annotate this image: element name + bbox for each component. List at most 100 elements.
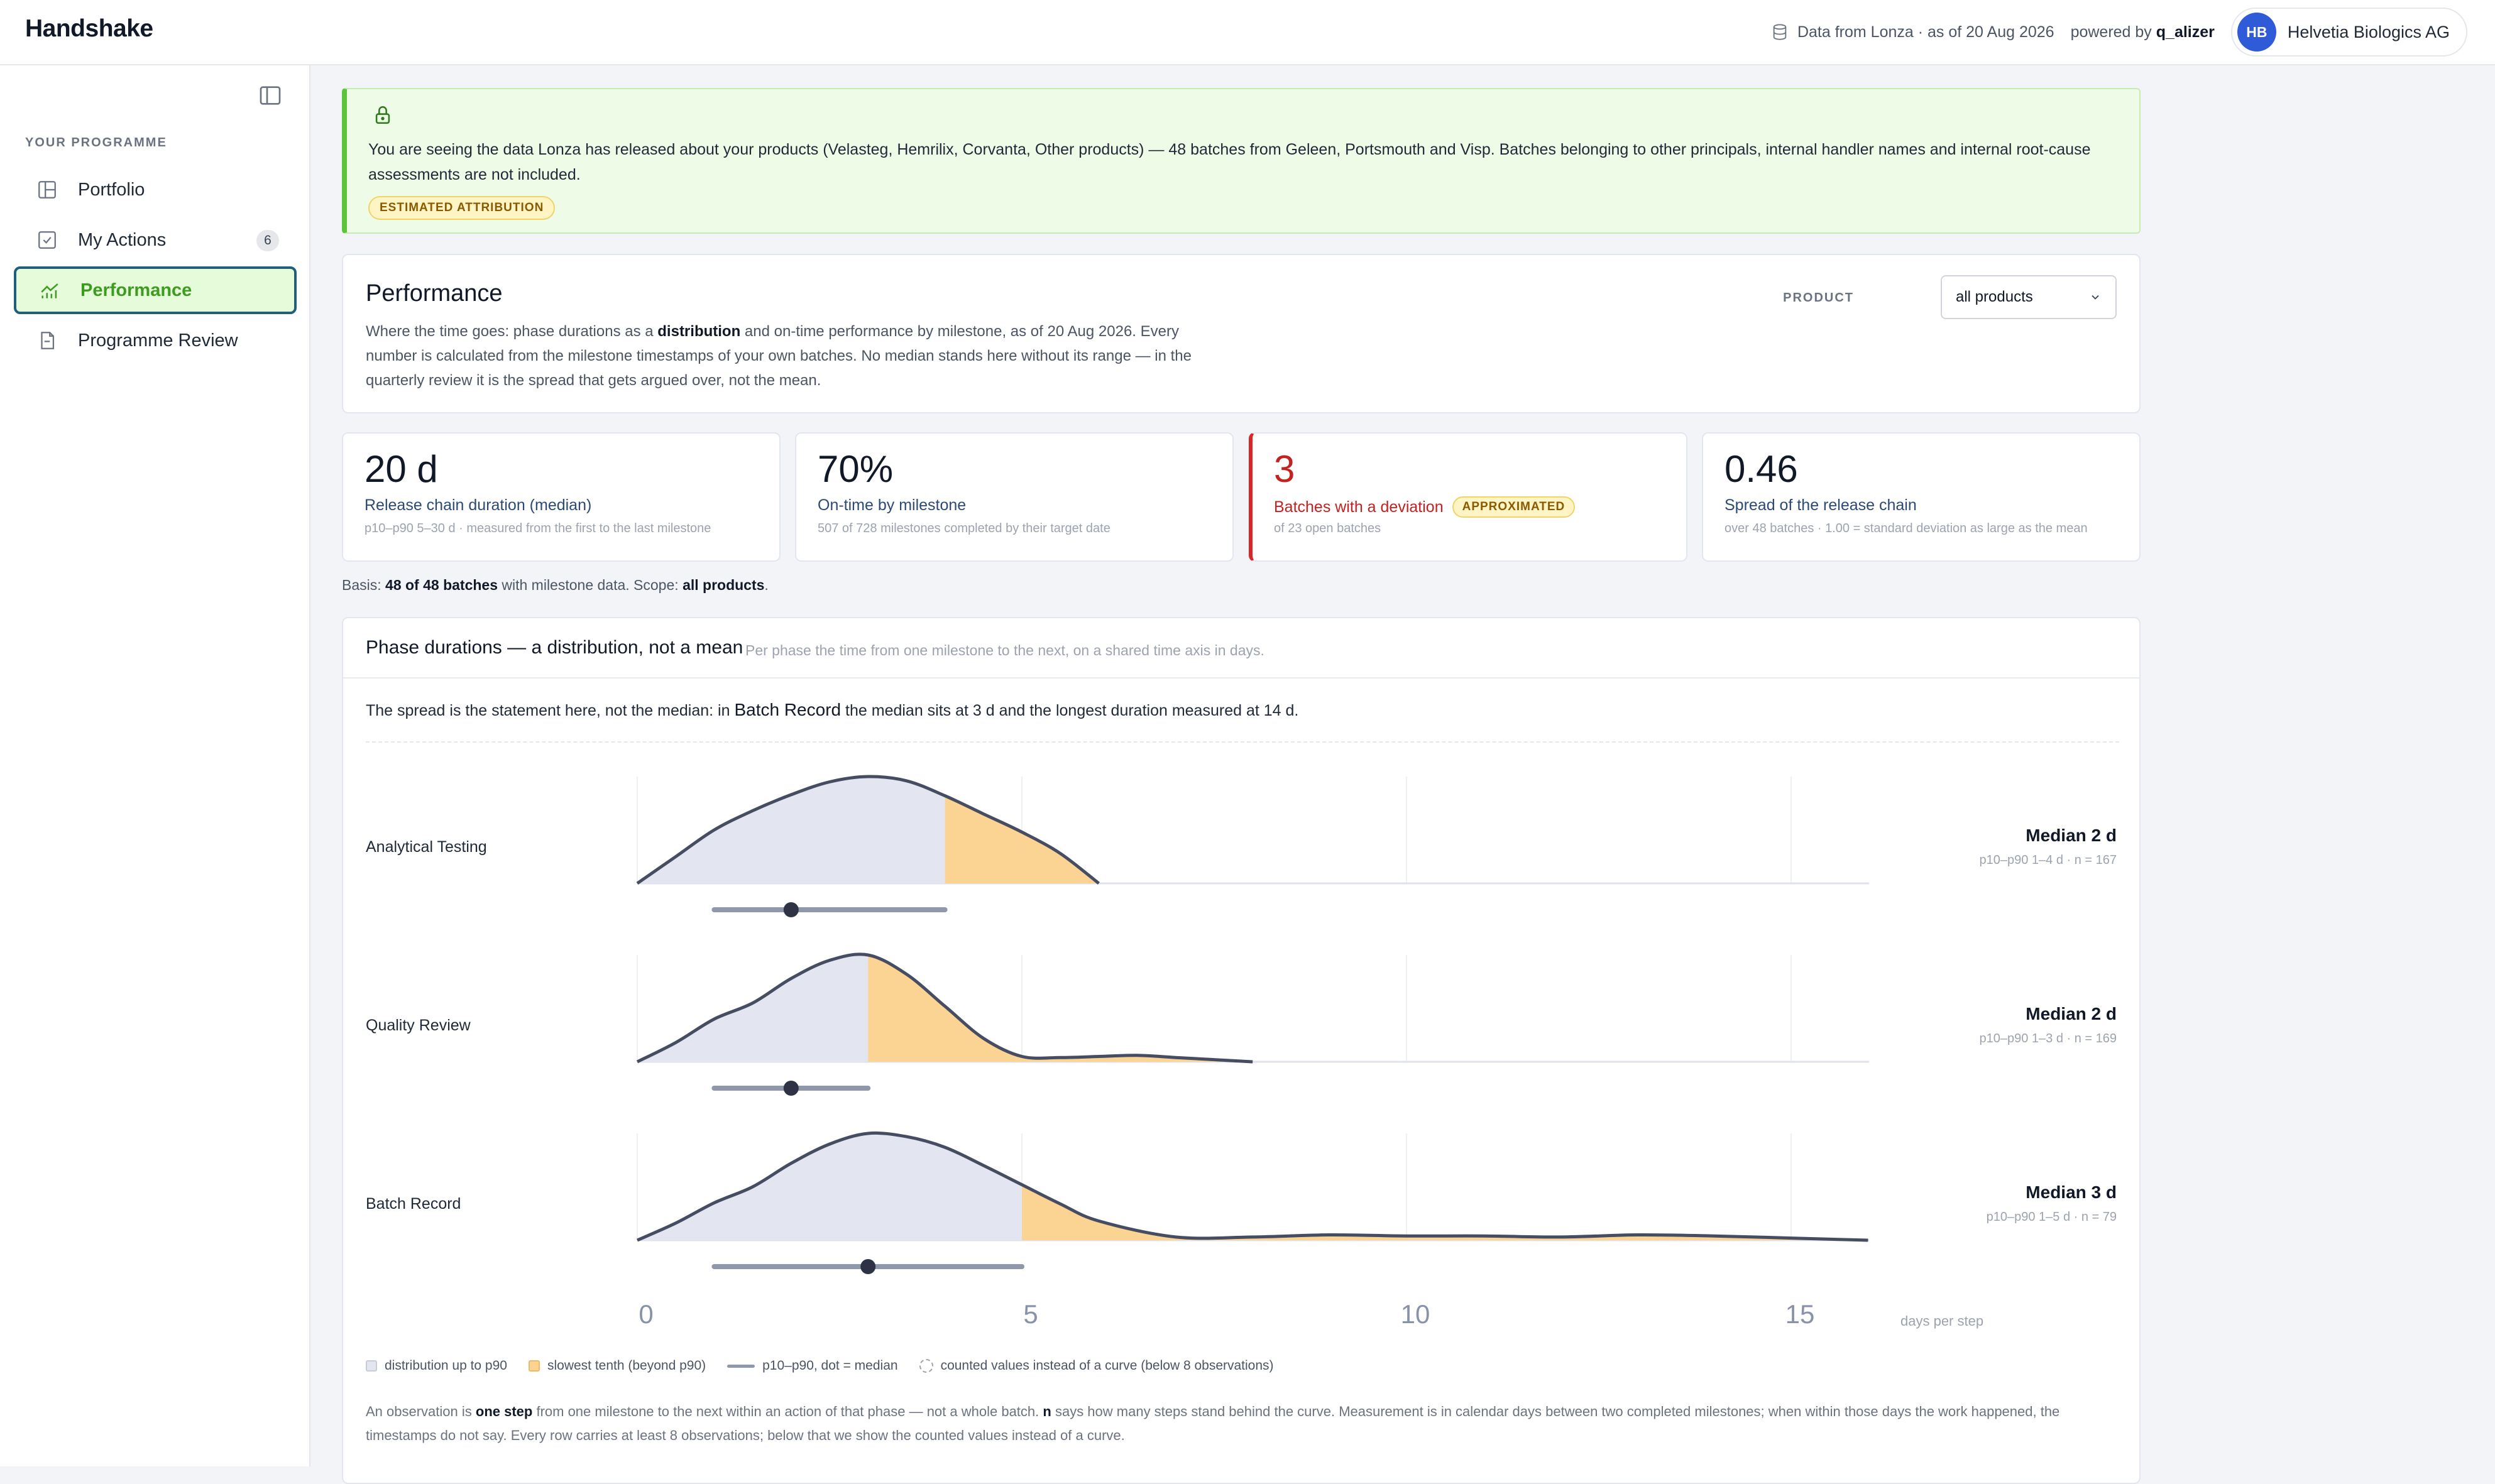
legend-label: slowest tenth (beyond p90) <box>547 1358 706 1373</box>
row-label-quality-review: Quality Review <box>366 1017 471 1034</box>
footnote-bold: n <box>1043 1404 1051 1419</box>
phase-distribution-card: Phase durations — a distribution, not a … <box>342 617 2141 1484</box>
avatar: HB <box>2237 13 2276 52</box>
legend-label: distribution up to p90 <box>385 1358 507 1373</box>
footnote-part: from one milestone to the next within an… <box>532 1404 1043 1419</box>
legend-label: counted values instead of a curve (below… <box>940 1358 1274 1373</box>
legend-item: counted values instead of a curve (below… <box>919 1358 1274 1373</box>
x-tick-label: 10 <box>1400 1299 1430 1329</box>
footnote-part: An observation is <box>366 1404 476 1419</box>
powered-by: powered by q_alizer <box>2071 23 2215 41</box>
kpi-value: 70% <box>818 448 894 490</box>
legend-item: slowest tenth (beyond p90) <box>528 1358 706 1373</box>
top-bar: Handshake Data from Lonza · as of 20 Aug… <box>0 0 2495 65</box>
basis-note: Basis: 48 of 48 batches with milestone d… <box>342 577 769 594</box>
banner-text: You are seeing the data Lonza has releas… <box>368 141 2091 183</box>
kpi-label-text: Release chain duration (median) <box>365 496 592 514</box>
distribution-body <box>637 1133 1025 1240</box>
desc-bold: distribution <box>657 323 741 340</box>
median-label: Median 2 d <box>2026 1004 2117 1023</box>
sidebar-item-label: Programme Review <box>78 330 238 351</box>
x-tick-label: 15 <box>1785 1299 1815 1329</box>
violin-chart <box>636 775 1869 1274</box>
page-title: Performance <box>366 280 503 307</box>
x-axis-unit: days per step <box>1900 1313 1984 1329</box>
x-tick-label: 0 <box>639 1299 654 1329</box>
median-dot <box>783 1081 799 1096</box>
sidebar-collapse-icon[interactable] <box>258 83 283 108</box>
approximated-badge: APPROXIMATED <box>1452 496 1576 518</box>
legend-swatch-counted <box>919 1359 933 1373</box>
kpi-card-on-time: 70% On-time by milestone 507 of 728 mile… <box>795 432 1234 562</box>
checkbox-icon <box>38 231 56 249</box>
estimated-attribution-badge: ESTIMATED ATTRIBUTION <box>368 196 556 220</box>
document-icon <box>41 332 55 349</box>
row-label-analytical-testing: Analytical Testing <box>366 838 487 856</box>
desc-part: Where the time goes: phase durations as … <box>366 323 658 340</box>
product-filter-label: PRODUCT <box>1783 291 1854 305</box>
basis-end: . <box>764 577 769 593</box>
kpi-value: 20 d <box>365 448 438 490</box>
sidebar-item-programme-review[interactable]: Programme Review <box>14 317 297 364</box>
kpi-card-deviations: 3 Batches with a deviation APPROXIMATED o… <box>1249 432 1687 562</box>
legend-swatch-range <box>727 1364 755 1368</box>
sidebar-item-label: Performance <box>80 280 192 300</box>
kpi-label-text: Batches with a deviation <box>1274 498 1444 516</box>
lock-icon <box>375 106 390 124</box>
layout-icon <box>38 181 56 199</box>
kpi-subtext: p10–p90 5–30 d · measured from the first… <box>365 521 711 535</box>
sidebar-item-label: My Actions <box>78 229 167 250</box>
sidebar-item-my-actions[interactable]: My Actions 6 <box>14 216 297 264</box>
basis-scope: all products <box>683 577 765 593</box>
basis-count: 48 of 48 batches <box>385 577 498 593</box>
median-stats: p10–p90 1–4 d · n = 167 <box>1979 853 2117 867</box>
row-label-batch-record: Batch Record <box>366 1195 461 1213</box>
chart-icon <box>41 283 58 298</box>
x-tick-label: 5 <box>1023 1299 1038 1329</box>
kpi-label: Release chain duration (median) <box>365 496 591 515</box>
kpi-label: Batches with a deviation APPROXIMATED <box>1274 496 1576 518</box>
median-stats: p10–p90 1–5 d · n = 79 <box>1986 1210 2117 1224</box>
kpi-card-spread: 0.46 Spread of the release chain over 48… <box>1702 432 2141 562</box>
sidebar-item-portfolio[interactable]: Portfolio <box>14 166 297 214</box>
legend-item: distribution up to p90 <box>366 1358 507 1373</box>
chart-footnote: An observation is one step from one mile… <box>366 1400 2119 1448</box>
median-label: Median 3 d <box>2026 1182 2117 1202</box>
kpi-value: 3 <box>1274 448 1295 490</box>
basis-middle: with milestone data. Scope: <box>498 577 683 593</box>
kpi-card-release-duration: 20 d Release chain duration (median) p10… <box>342 432 781 562</box>
kpi-value: 0.46 <box>1725 448 1798 490</box>
chevron-down-icon <box>2092 295 2099 300</box>
powered-prefix: powered by <box>2070 23 2152 41</box>
basis-prefix: Basis: <box>342 577 386 593</box>
actions-count-badge: 6 <box>256 230 279 251</box>
sidebar-nav: Portfolio My Actions 6 Performance Progr… <box>14 166 297 367</box>
kpi-label: Spread of the release chain <box>1725 496 1917 515</box>
performance-header-card: Performance Where the time goes: phase d… <box>342 254 2141 413</box>
distribution-tail <box>868 955 1253 1062</box>
data-source-info: Data from Lonza · as of 20 Aug 2026 <box>1771 23 2054 41</box>
kpi-label: On-time by milestone <box>818 496 966 515</box>
sidebar-item-label: Portfolio <box>78 179 145 200</box>
org-switcher[interactable]: HB Helvetia Biologics AG <box>2230 8 2467 57</box>
median-label: Median 2 d <box>2026 826 2117 845</box>
database-icon <box>1773 24 1787 40</box>
sidebar: YOUR PROGRAMME Portfolio My Actions 6 Pe… <box>0 65 310 1466</box>
legend-item: p10–p90, dot = median <box>727 1358 898 1373</box>
legend-swatch-distribution <box>366 1360 377 1372</box>
legend-label: p10–p90, dot = median <box>762 1358 898 1373</box>
kpi-subtext: over 48 batches · 1.00 = standard deviat… <box>1725 521 2088 535</box>
footnote-bold: one step <box>475 1404 533 1419</box>
sidebar-item-performance[interactable]: Performance <box>14 266 297 314</box>
org-name: Helvetia Biologics AG <box>2287 22 2450 41</box>
data-scope-banner: You are seeing the data Lonza has releas… <box>342 88 2141 234</box>
median-dot <box>783 902 799 917</box>
powered-name: q_alizer <box>2156 23 2215 41</box>
kpi-label-text: Spread of the release chain <box>1725 496 1917 514</box>
product-select-value: all products <box>1956 288 2033 305</box>
kpi-subtext: of 23 open batches <box>1274 521 1381 535</box>
legend-swatch-tail <box>528 1360 540 1372</box>
app-brand[interactable]: Handshake <box>25 15 153 43</box>
product-select[interactable]: all products <box>1941 275 2117 319</box>
data-source-text: Data from Lonza · as of 20 Aug 2026 <box>1797 23 2054 41</box>
